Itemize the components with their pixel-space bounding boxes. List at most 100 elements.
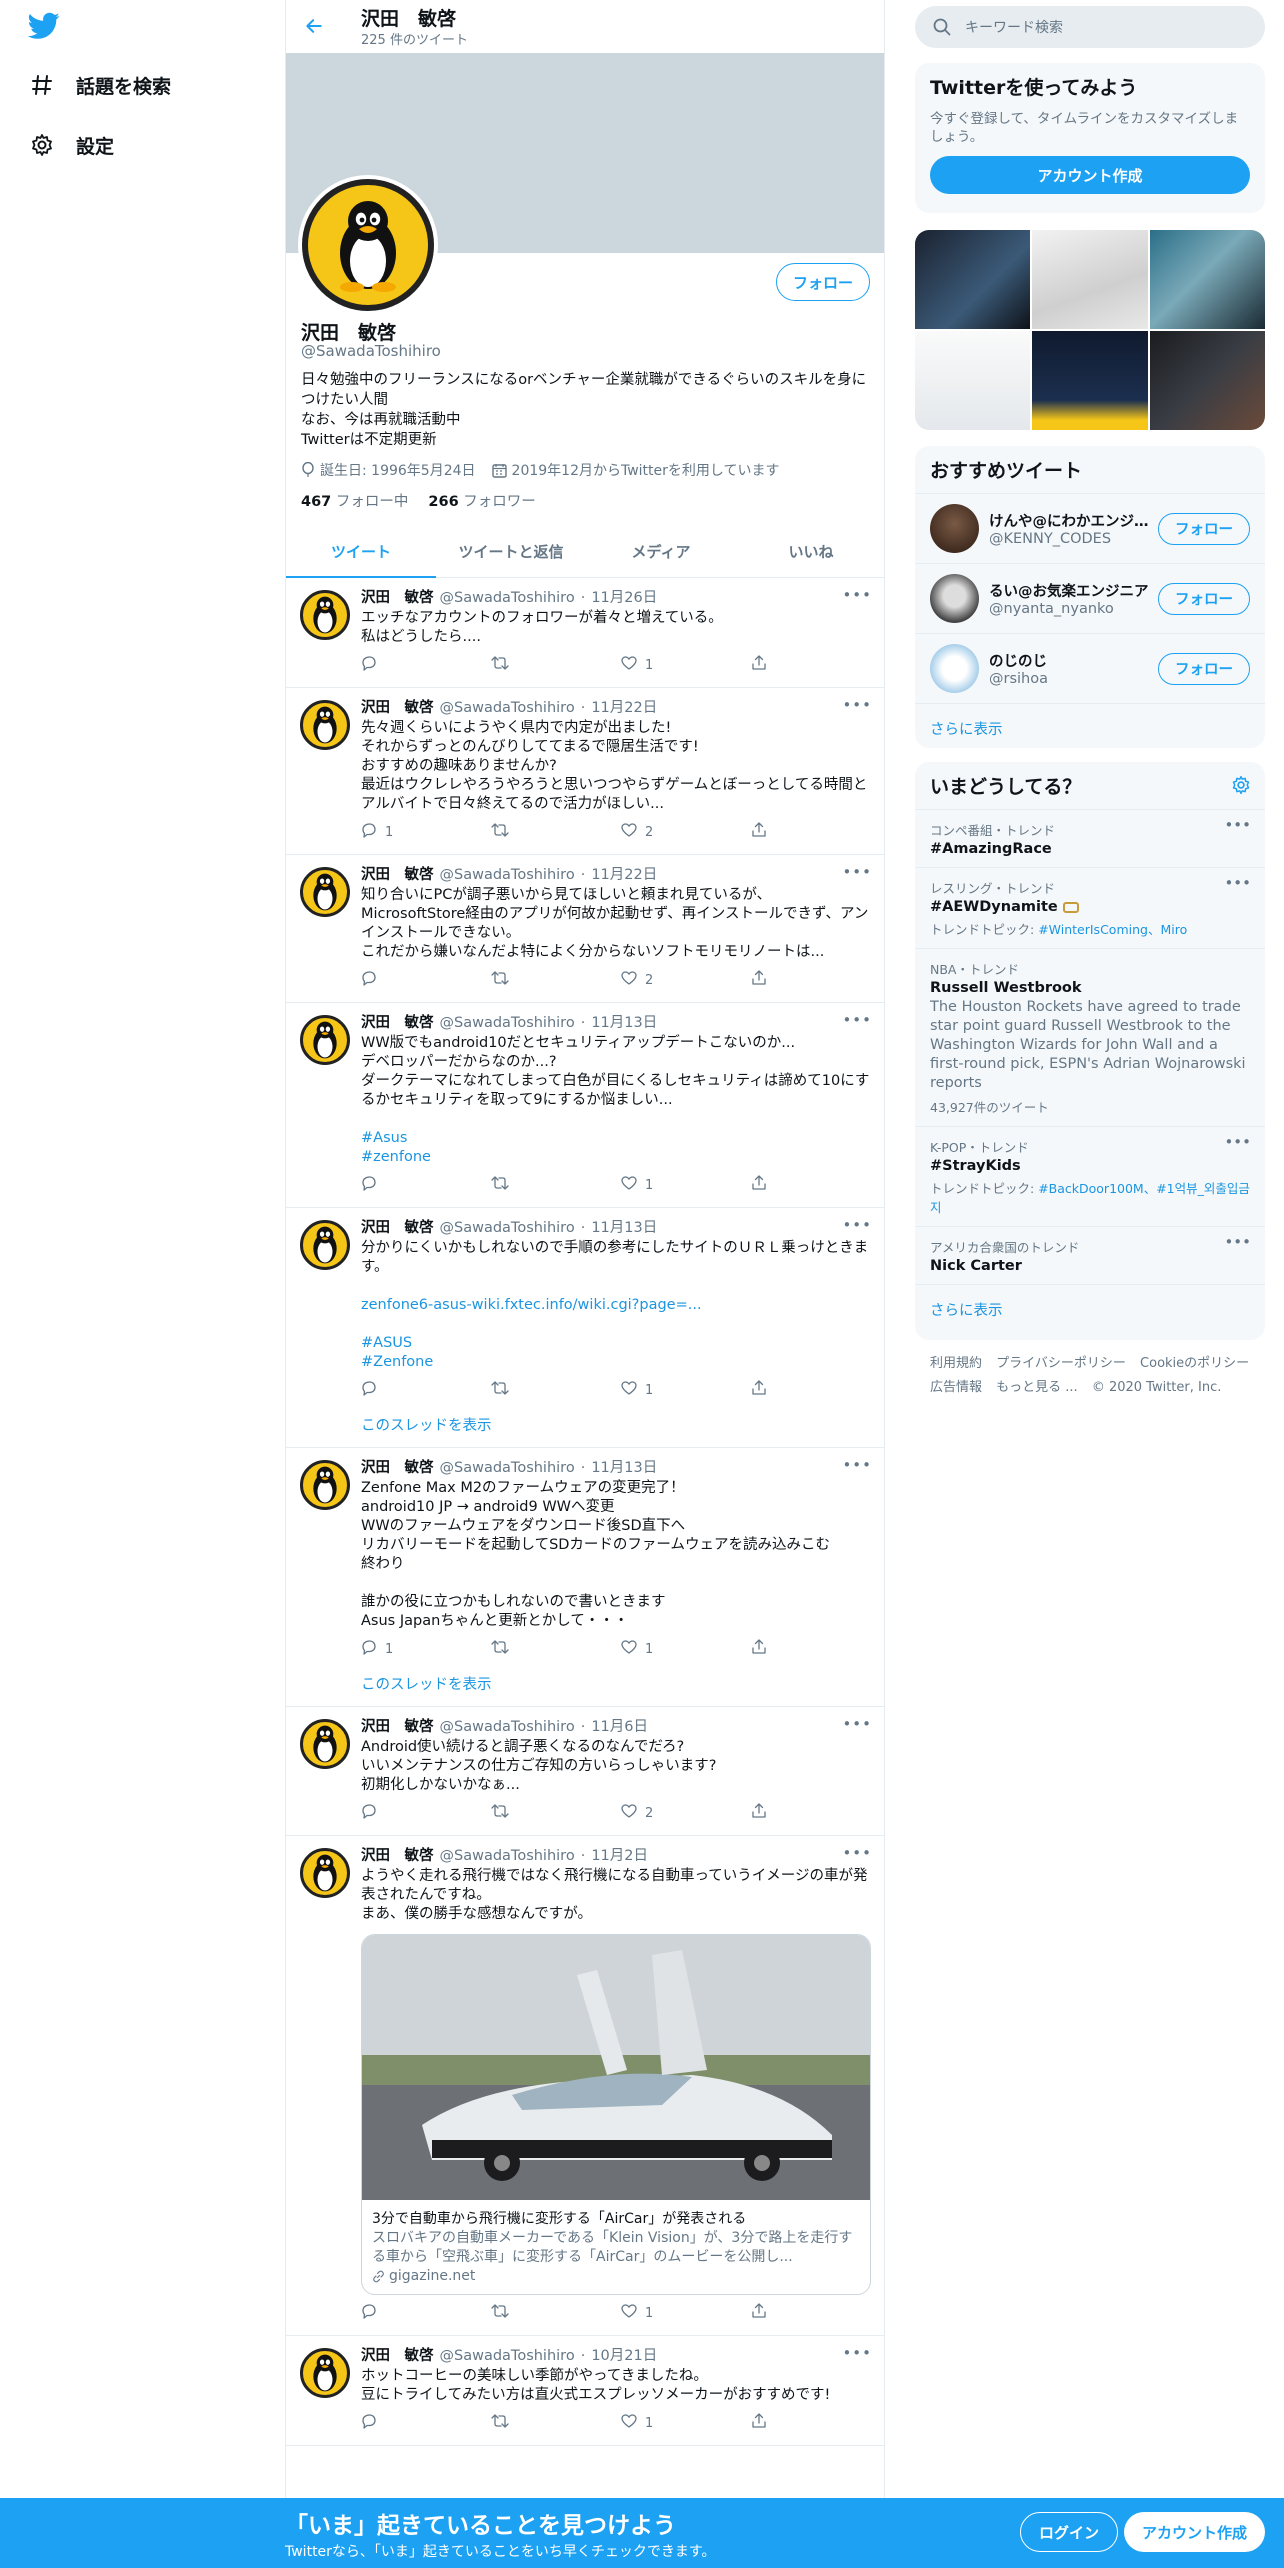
- tweet-author-name[interactable]: 沢田 敏啓: [361, 2346, 434, 2366]
- share-button[interactable]: [751, 1380, 781, 1400]
- tweet-date[interactable]: 11月2日: [591, 1846, 648, 1866]
- avatar[interactable]: [300, 2348, 350, 2398]
- avatar[interactable]: [930, 574, 979, 623]
- gear-icon[interactable]: [1231, 775, 1251, 799]
- retweet-button[interactable]: [491, 822, 591, 842]
- more-icon[interactable]: •••: [842, 1216, 872, 1234]
- more-icon[interactable]: •••: [1224, 816, 1251, 834]
- media-thumb[interactable]: [1032, 331, 1148, 430]
- avatar[interactable]: [300, 1015, 350, 1065]
- tweet-date[interactable]: 11月13日: [591, 1013, 657, 1033]
- avatar[interactable]: [300, 700, 350, 750]
- recommend-user[interactable]: るい@お気楽エンジニア @nyanta_nyanko フォロー: [915, 563, 1265, 633]
- trend-item[interactable]: NBA・トレンド Russell Westbrook The Houston R…: [915, 948, 1265, 1126]
- share-button[interactable]: [751, 2303, 781, 2323]
- like-button[interactable]: 2: [621, 970, 721, 990]
- more-icon[interactable]: •••: [842, 1011, 872, 1029]
- back-arrow-icon[interactable]: [300, 12, 328, 40]
- media-thumb[interactable]: [1032, 230, 1148, 329]
- tweet-date[interactable]: 11月13日: [591, 1458, 657, 1478]
- like-button[interactable]: 1: [621, 655, 721, 675]
- tweet-date[interactable]: 11月6日: [591, 1717, 648, 1737]
- tab-tweets[interactable]: ツイート: [286, 526, 436, 578]
- share-button[interactable]: [751, 655, 781, 675]
- media-thumb[interactable]: [1149, 230, 1265, 329]
- trends-show-more[interactable]: さらに表示: [915, 1284, 1265, 1334]
- tweet[interactable]: 沢田 敏啓 @SawadaToshihiro · 11月13日 ••• WW版でもandr…: [286, 1003, 884, 1208]
- tweet-author-name[interactable]: 沢田 敏啓: [361, 1846, 434, 1866]
- reply-button[interactable]: [361, 1380, 461, 1400]
- follow-button[interactable]: フォロー: [1158, 652, 1250, 685]
- retweet-button[interactable]: [491, 970, 591, 990]
- nav-settings[interactable]: 設定: [28, 125, 114, 165]
- followers-stat[interactable]: 266 フォロワー: [428, 490, 535, 511]
- recommend-user[interactable]: のじのじ @rsihoa フォロー: [915, 633, 1265, 703]
- more-icon[interactable]: •••: [1224, 1133, 1251, 1151]
- retweet-button[interactable]: [491, 655, 591, 675]
- recommend-user[interactable]: けんや@にわかエンジニア @KENNY_CODES フォロー: [915, 493, 1265, 563]
- link-card[interactable]: 3分で自動車から飛行機に変形する「AirCar」が発表される スロバキアの自動車メ…: [361, 1934, 871, 2295]
- more-icon[interactable]: •••: [842, 696, 872, 714]
- tab-media[interactable]: メディア: [586, 526, 736, 577]
- tweet-author-name[interactable]: 沢田 敏啓: [361, 1717, 434, 1737]
- tweet[interactable]: 沢田 敏啓 @SawadaToshihiro · 11月6日 ••• Android使い続…: [286, 1707, 884, 1836]
- share-button[interactable]: [751, 822, 781, 842]
- retweet-button[interactable]: [491, 2303, 591, 2323]
- like-button[interactable]: 1: [621, 2413, 721, 2433]
- show-thread-link[interactable]: このスレッドを表示: [361, 1673, 871, 1694]
- tweet-date[interactable]: 11月22日: [591, 865, 657, 885]
- share-button[interactable]: [751, 1803, 781, 1823]
- reply-button[interactable]: [361, 1803, 461, 1823]
- reply-button[interactable]: 1: [361, 1639, 461, 1659]
- trend-item[interactable]: コンペ番組・トレンド #AmazingRace •••: [915, 809, 1265, 867]
- avatar[interactable]: [930, 644, 979, 693]
- footer-link[interactable]: プライバシーポリシー: [996, 1356, 1126, 1371]
- like-button[interactable]: 1: [621, 1639, 721, 1659]
- reply-button[interactable]: [361, 970, 461, 990]
- tweet[interactable]: 沢田 敏啓 @SawadaToshihiro · 11月22日 ••• 知り合いにPCが調…: [286, 855, 884, 1003]
- avatar[interactable]: [300, 1220, 350, 1270]
- more-icon[interactable]: •••: [842, 2344, 872, 2362]
- trend-topic-links[interactable]: #WinterIsComing、Miro: [1038, 922, 1187, 937]
- more-icon[interactable]: •••: [1224, 1233, 1251, 1251]
- footer-link[interactable]: Cookieのポリシー: [1140, 1356, 1249, 1371]
- tweet-date[interactable]: 11月26日: [591, 588, 657, 608]
- avatar[interactable]: [300, 590, 350, 640]
- tweet-author-name[interactable]: 沢田 敏啓: [361, 588, 434, 608]
- tweet[interactable]: 沢田 敏啓 @SawadaToshihiro · 11月2日 ••• ようやく走れる飛行機…: [286, 1836, 884, 2336]
- trend-item[interactable]: レスリング・トレンド #AEWDynamite トレンドトピック: #Winte…: [915, 867, 1265, 948]
- tweet[interactable]: 沢田 敏啓 @SawadaToshihiro · 11月22日 ••• 先々週くらいによう…: [286, 688, 884, 855]
- tweet-author-name[interactable]: 沢田 敏啓: [361, 698, 434, 718]
- tab-likes[interactable]: いいね: [736, 526, 884, 577]
- recommend-show-more[interactable]: さらに表示: [915, 703, 1265, 748]
- more-icon[interactable]: •••: [842, 1844, 872, 1862]
- tweet-hashtags[interactable]: #Asus #zenfone: [361, 1130, 431, 1165]
- footer-link[interactable]: 広告情報: [930, 1380, 982, 1395]
- more-icon[interactable]: •••: [842, 863, 872, 881]
- like-button[interactable]: 1: [621, 2303, 721, 2323]
- share-button[interactable]: [751, 1175, 781, 1195]
- share-button[interactable]: [751, 2413, 781, 2433]
- tab-tweets-replies[interactable]: ツイートと返信: [436, 526, 586, 577]
- tweet-link[interactable]: zenfone6-asus-wiki.fxtec.info/wiki.cgi?p…: [361, 1297, 702, 1313]
- tweet-author-handle[interactable]: @SawadaToshihiro: [440, 1458, 575, 1478]
- tweet-hashtags[interactable]: #ASUS #Zenfone: [361, 1335, 433, 1370]
- share-button[interactable]: [751, 1639, 781, 1659]
- nav-explore[interactable]: 話題を検索: [28, 65, 171, 105]
- trend-item[interactable]: K-POP・トレンド #StrayKids トレンドトピック: #BackDoo…: [915, 1126, 1265, 1226]
- avatar[interactable]: [300, 867, 350, 917]
- reply-button[interactable]: 1: [361, 822, 461, 842]
- signup-button[interactable]: アカウント作成: [1124, 2512, 1266, 2552]
- tweet-author-name[interactable]: 沢田 敏啓: [361, 1218, 434, 1238]
- follow-button[interactable]: フォロー: [1158, 512, 1250, 545]
- share-button[interactable]: [751, 970, 781, 990]
- tweet[interactable]: 沢田 敏啓 @SawadaToshihiro · 11月13日 ••• Zenfone M…: [286, 1448, 884, 1707]
- reply-button[interactable]: [361, 2413, 461, 2433]
- tweet-author-handle[interactable]: @SawadaToshihiro: [440, 2346, 575, 2366]
- avatar[interactable]: [300, 1719, 350, 1769]
- search-input[interactable]: キーワード検索: [915, 6, 1265, 48]
- like-button[interactable]: 1: [621, 1380, 721, 1400]
- avatar[interactable]: [300, 1848, 350, 1898]
- retweet-button[interactable]: [491, 1175, 591, 1195]
- retweet-button[interactable]: [491, 2413, 591, 2433]
